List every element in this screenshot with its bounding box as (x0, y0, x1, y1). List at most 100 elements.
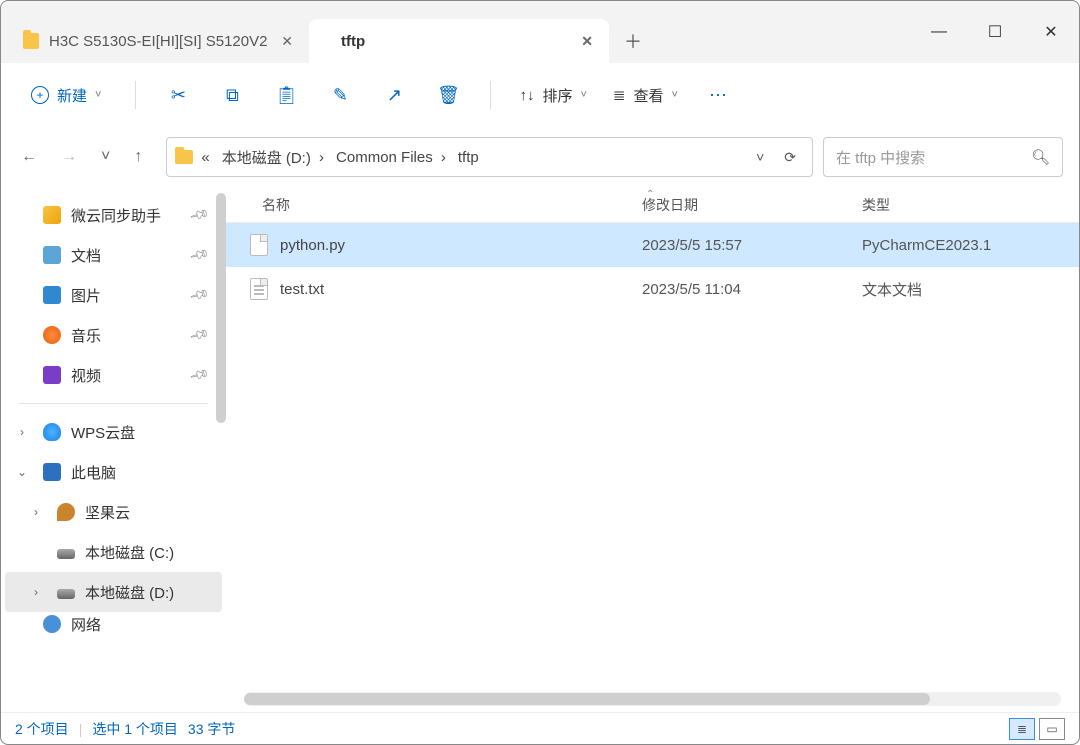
close-tab-icon[interactable]: ✕ (579, 31, 595, 52)
file-icon (250, 278, 268, 300)
col-date[interactable]: 修改日期 (642, 195, 862, 215)
file-list: 名称 修改日期 类型 ⌃ python.py2023/5/5 15:57PyCh… (226, 187, 1079, 712)
sidebar-quick-item[interactable]: 视频 📌︎ (5, 355, 222, 395)
tree-arrow-icon[interactable]: › (29, 585, 43, 599)
tree-arrow-icon[interactable]: › (15, 425, 29, 439)
sidebar-tree-item[interactable]: ›WPS云盘 (5, 412, 222, 452)
sidebar-tree-item[interactable]: ›本地磁盘 (D:) (5, 572, 222, 612)
tab-label: H3C S5130S-EI[HI][SI] S5120V2 (49, 33, 267, 50)
file-icon (250, 234, 268, 256)
sidebar-item-label: 此电脑 (71, 462, 116, 483)
cut-button[interactable]: ✂ (160, 77, 196, 113)
sidebar-quick-item[interactable]: 音乐📌︎ (5, 315, 222, 355)
search-icon: 🔍︎ (1031, 148, 1050, 166)
breadcrumb-prefix: « (197, 147, 213, 168)
refresh-button[interactable]: ⟳ (776, 145, 804, 170)
view-icon: ≣ (613, 86, 626, 104)
file-date: 2023/5/5 15:57 (642, 237, 862, 254)
tree-arrow-icon[interactable]: ⌄ (15, 465, 29, 479)
tab-active[interactable]: tftp ✕ (309, 19, 609, 63)
back-button[interactable]: ← (17, 144, 41, 170)
minimize-button[interactable]: — (911, 11, 967, 53)
breadcrumb-item[interactable]: 本地磁盘 (D:) › (218, 145, 328, 170)
col-name[interactable]: 名称 (262, 195, 642, 215)
sidebar-item-label: 图片 (71, 285, 101, 306)
scrollbar[interactable] (216, 193, 226, 423)
sidebar-tree-item[interactable]: 网络 (5, 612, 222, 636)
window-controls: — ☐ ✕ (911, 11, 1079, 53)
sort-button[interactable]: ↑↓ 排序 (515, 79, 590, 112)
horizontal-scrollbar[interactable] (244, 692, 1061, 706)
plus-circle-icon: + (31, 86, 49, 104)
item-count: 2 个项目 (15, 719, 69, 739)
nut-icon (57, 503, 75, 521)
view-button[interactable]: ≣ 查看 (609, 79, 682, 112)
sidebar-item-label: 微云同步助手 (71, 205, 161, 226)
folder-icon (23, 33, 39, 49)
breadcrumb-item[interactable]: Common Files › (332, 147, 450, 168)
file-name: test.txt (280, 281, 324, 298)
sidebar-item-label: 音乐 (71, 325, 101, 346)
new-tab-button[interactable]: ＋ (609, 19, 657, 63)
details-view-button[interactable]: ≣ (1009, 718, 1035, 740)
share-button[interactable]: ↗ (376, 77, 412, 113)
sync-icon (43, 206, 61, 224)
sidebar-quick-item[interactable]: 文档 📌︎ (5, 235, 222, 275)
tab-inactive[interactable]: H3C S5130S-EI[HI][SI] S5120V2 ✕ (9, 19, 309, 63)
new-label: 新建 (57, 85, 87, 106)
tab-strip: H3C S5130S-EI[HI][SI] S5120V2 ✕ tftp ✕ ＋ (1, 1, 911, 63)
search-input[interactable]: 在 tftp 中搜索 🔍︎ (823, 137, 1063, 177)
new-button[interactable]: + 新建 (21, 79, 111, 112)
nav-buttons: ← → ˅ ↑ (17, 144, 146, 170)
pc-icon (43, 463, 61, 481)
divider (19, 403, 208, 404)
more-button[interactable]: ⋯ (700, 77, 736, 113)
music-icon (43, 326, 61, 344)
delete-button[interactable]: 🗑︎ (430, 77, 466, 113)
paste-button[interactable]: 📋︎ (268, 77, 304, 113)
breadcrumb-item[interactable]: tftp (454, 147, 483, 168)
up-button[interactable]: ↑ (130, 144, 146, 170)
col-type[interactable]: 类型 (862, 195, 1079, 215)
sort-icon: ↑↓ (519, 87, 534, 104)
pin-icon: 📌︎ (189, 204, 211, 226)
pin-icon: 📌︎ (189, 244, 211, 266)
sidebar-item-label: 文档 (71, 245, 101, 266)
column-headers: 名称 修改日期 类型 ⌃ (226, 187, 1079, 223)
sidebar-quick-item[interactable]: 微云同步助手 📌︎ (5, 195, 222, 235)
maximize-button[interactable]: ☐ (967, 11, 1023, 53)
drive-icon (57, 589, 75, 599)
sidebar-item-label: 网络 (71, 614, 101, 635)
file-row[interactable]: python.py2023/5/5 15:57PyCharmCE2023.1 (226, 223, 1079, 267)
command-bar: + 新建 ✂ ⧉ 📋︎ ✎ ↗ 🗑︎ ↑↓ 排序 ≣ 查看 ⋯ (1, 63, 1079, 127)
forward-button[interactable]: → (57, 144, 81, 170)
doc-icon (43, 246, 61, 264)
address-dropdown-icon[interactable]: ˅ (748, 145, 772, 169)
sidebar-item-label: 本地磁盘 (C:) (85, 542, 174, 563)
sidebar-tree-item[interactable]: ›坚果云 (5, 492, 222, 532)
thumbnails-view-button[interactable]: ▭ (1039, 718, 1065, 740)
sidebar-tree-item[interactable]: ⌄ 此电脑 (5, 452, 222, 492)
file-row[interactable]: test.txt 2023/5/5 11:04文本文档 (226, 267, 1079, 311)
pin-icon: 📌︎ (189, 364, 211, 386)
sidebar-tree-item[interactable]: 本地磁盘 (C:) (5, 532, 222, 572)
separator (135, 81, 136, 109)
selection-size: 33 字节 (188, 719, 235, 739)
close-button[interactable]: ✕ (1023, 11, 1079, 53)
rename-button[interactable]: ✎ (322, 77, 358, 113)
file-date: 2023/5/5 11:04 (642, 281, 862, 298)
tree-arrow-icon[interactable]: › (29, 505, 43, 519)
file-name: python.py (280, 237, 345, 254)
history-button[interactable]: ˅ (97, 144, 114, 170)
nav-pane: 微云同步助手 📌︎ 文档 📌︎ 图片📌︎音乐📌︎ 视频 📌︎ ›WPS云盘 ⌄ 此电脑 ›坚果云本… (1, 187, 226, 712)
title-bar: H3C S5130S-EI[HI][SI] S5120V2 ✕ tftp ✕ ＋… (1, 1, 1079, 63)
pic-icon (43, 286, 61, 304)
sidebar-item-label: 视频 (71, 365, 101, 386)
status-bar: 2 个项目 | 选中 1 个项目 33 字节 ≣ ▭ (1, 712, 1079, 744)
copy-button[interactable]: ⧉ (214, 77, 250, 113)
close-tab-icon[interactable]: ✕ (279, 31, 295, 52)
video-icon (43, 366, 61, 384)
address-bar[interactable]: « 本地磁盘 (D:) › Common Files › tftp ˅ ⟳ (166, 137, 813, 177)
file-type: 文本文档 (862, 279, 1079, 300)
sidebar-quick-item[interactable]: 图片📌︎ (5, 275, 222, 315)
